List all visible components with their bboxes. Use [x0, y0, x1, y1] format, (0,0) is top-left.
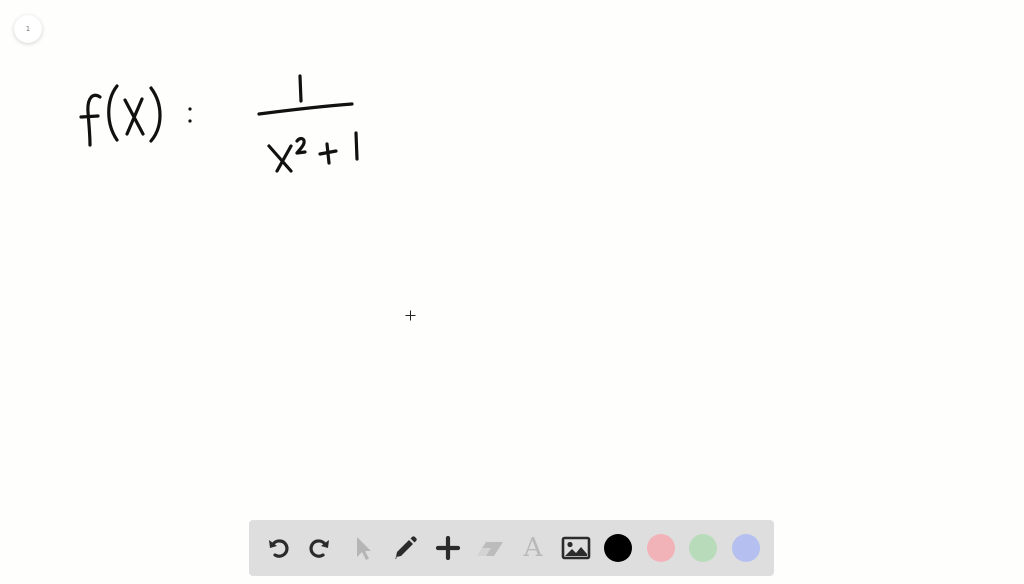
ink-paren-right — [149, 86, 162, 143]
ink-colon-bottom — [188, 119, 192, 123]
eraser-button[interactable] — [474, 528, 507, 568]
add-button[interactable] — [431, 528, 464, 568]
ink-colon-top — [188, 107, 192, 111]
ink-paren-left — [107, 84, 119, 142]
image-button[interactable] — [559, 528, 592, 568]
ink-letter-f-crossbar — [79, 114, 100, 119]
color-swatch-blue — [732, 534, 761, 562]
text-icon: A — [523, 533, 543, 563]
color-red-button[interactable] — [644, 528, 677, 568]
pen-button[interactable] — [389, 528, 422, 568]
color-swatch-red — [646, 534, 675, 562]
handwritten-function — [79, 74, 359, 173]
color-swatch-black — [604, 534, 633, 562]
color-blue-button[interactable] — [730, 528, 763, 568]
image-icon — [561, 536, 590, 560]
crosshair-cursor-icon — [405, 310, 416, 321]
whiteboard-canvas[interactable]: 1 A — [0, 0, 1024, 584]
ink-fraction-bar — [257, 102, 354, 116]
plus-icon — [435, 535, 460, 561]
undo-button[interactable] — [261, 528, 294, 568]
drawing-toolbar: A — [249, 520, 774, 576]
ink-numerator-one — [298, 74, 303, 103]
ink-plus-vertical — [325, 142, 331, 165]
color-green-button[interactable] — [687, 528, 720, 568]
color-black-button[interactable] — [602, 528, 635, 568]
pencil-icon — [395, 536, 418, 559]
select-button[interactable] — [346, 528, 379, 568]
ink-denominator-one — [354, 131, 359, 161]
color-swatch-green — [689, 534, 718, 562]
ink-letter-f — [86, 93, 102, 147]
redo-icon — [309, 539, 330, 558]
text-button[interactable]: A — [517, 528, 550, 568]
eraser-icon — [477, 542, 504, 556]
redo-button[interactable] — [304, 528, 337, 568]
cursor-arrow-icon — [356, 537, 371, 560]
undo-icon — [268, 539, 289, 558]
ink-superscript-two — [295, 136, 307, 155]
